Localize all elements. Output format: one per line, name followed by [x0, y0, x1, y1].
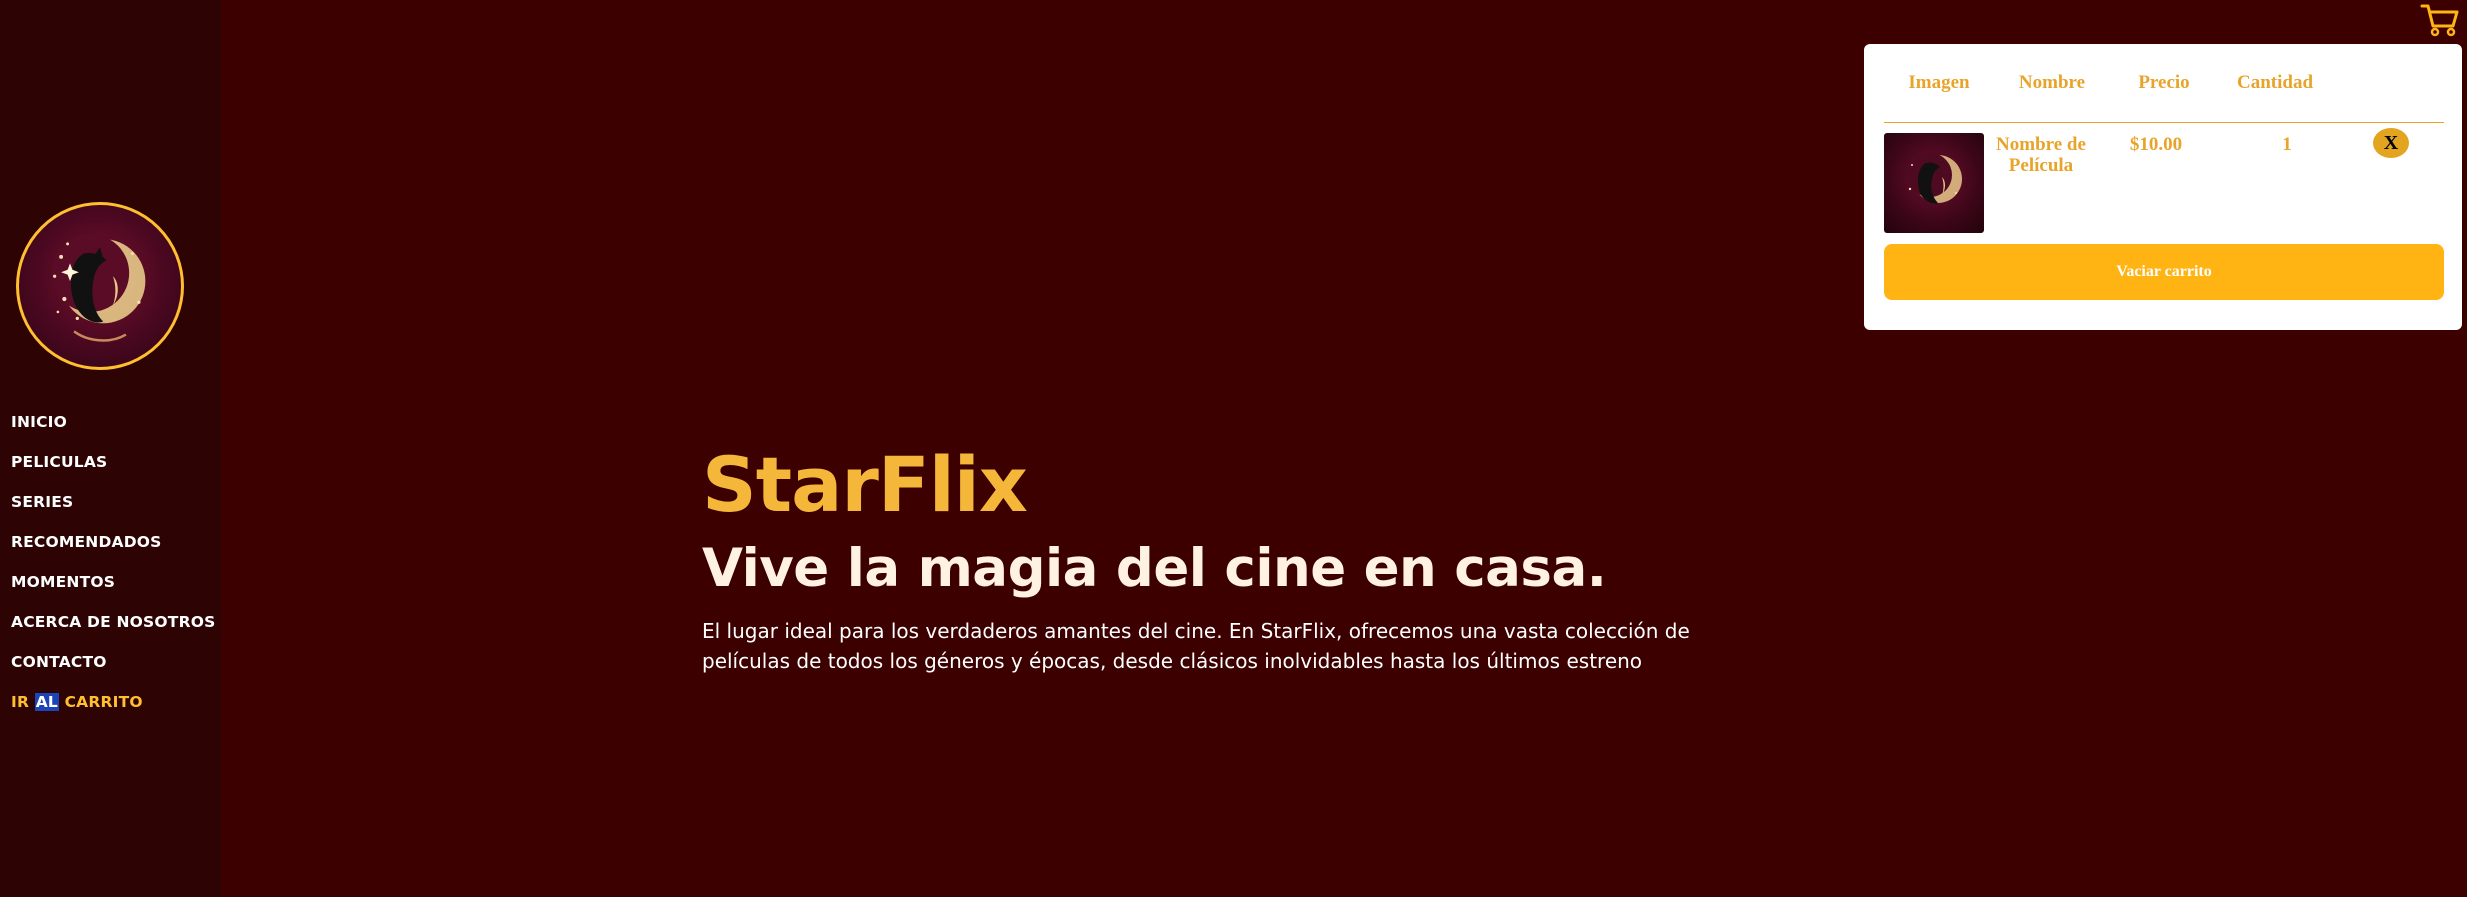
header-cantidad: Cantidad [2236, 72, 2314, 93]
cart-link-part-3: CARRITO [58, 693, 143, 711]
hero-description: El lugar ideal para los verdaderos amant… [702, 619, 1690, 673]
nav-item-series[interactable]: SERIES [11, 490, 215, 530]
movie-thumbnail [1884, 133, 1984, 233]
main-nav: INICIO PELICULAS SERIES RECOMENDADOS MOM… [11, 410, 215, 730]
shopping-cart-icon[interactable] [2420, 2, 2460, 38]
header-imagen: Imagen [1908, 72, 1970, 93]
cart-link-part-1: IR [11, 693, 35, 711]
hero-section: StarFlix Vive la magia del cine en casa.… [702, 440, 1802, 676]
starflix-logo[interactable] [16, 202, 184, 370]
nav-item-momentos[interactable]: MOMENTOS [11, 570, 215, 610]
nav-item-contacto[interactable]: CONTACTO [11, 650, 215, 690]
brand-title: StarFlix [702, 440, 1028, 529]
nav-item-acerca[interactable]: ACERCA DE NOSOTROS [11, 610, 215, 650]
nav-item-inicio[interactable]: INICIO [11, 410, 215, 450]
cart-item-quantity: 1 [2282, 134, 2292, 155]
nav-item-peliculas[interactable]: PELICULAS [11, 450, 215, 490]
cart-item-price: $10.00 [2129, 134, 2183, 155]
nav-item-ir-al-carrito[interactable]: IR AL CARRITO [11, 690, 215, 730]
sidebar: INICIO PELICULAS SERIES RECOMENDADOS MOM… [0, 0, 221, 897]
cart-link-selected-text: AL [34, 693, 59, 711]
empty-cart-button[interactable]: Vaciar carrito [1884, 244, 2444, 300]
header-precio: Precio [2138, 72, 2190, 93]
nav-item-recomendados[interactable]: RECOMENDADOS [11, 530, 215, 570]
cart-table-header: Imagen Nombre Precio Cantidad [1864, 44, 2462, 124]
cart-divider [1884, 122, 2444, 123]
cart-item-name: Nombre de Película [1996, 134, 2086, 176]
remove-item-button[interactable]: X [2373, 128, 2409, 158]
cart-panel: Imagen Nombre Precio Cantidad Nombre de … [1864, 44, 2462, 330]
logo-emblem-icon [51, 234, 146, 342]
hero-tagline: Vive la magia del cine en casa. [702, 538, 1607, 599]
header-nombre: Nombre [2018, 72, 2086, 93]
